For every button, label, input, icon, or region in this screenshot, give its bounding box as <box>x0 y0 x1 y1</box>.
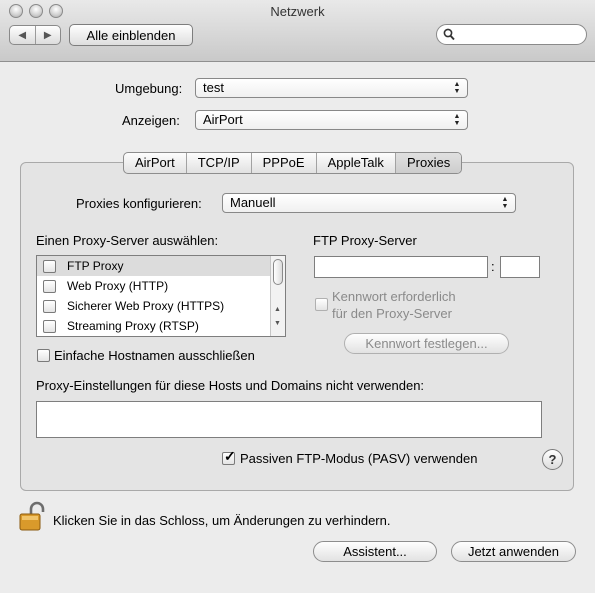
popup-arrows-icon: ▲ ▼ <box>453 81 461 95</box>
tab-proxies[interactable]: Proxies <box>395 153 462 173</box>
list-item-secure-web-proxy[interactable]: Sicherer Web Proxy (HTTPS) <box>37 296 285 316</box>
forward-button[interactable]: ▶ <box>36 26 61 44</box>
ftp-proxy-port-input[interactable] <box>500 256 540 278</box>
lock-message: Klicken Sie in das Schloss, um Änderunge… <box>53 513 391 528</box>
list-item-ftp-proxy[interactable]: FTP Proxy <box>37 256 285 276</box>
tab-appletalk[interactable]: AppleTalk <box>317 153 396 173</box>
back-arrow-icon: ◀ <box>18 29 27 41</box>
assistant-button[interactable]: Assistent... <box>313 541 437 562</box>
location-value: test <box>203 80 224 95</box>
bypass-hosts-textarea[interactable] <box>36 401 542 438</box>
ftp-proxy-server-title: FTP Proxy-Server <box>313 233 417 248</box>
configure-proxies-popup[interactable]: Manuell ▲ ▼ <box>222 193 516 213</box>
configure-proxies-label: Proxies konfigurieren: <box>76 196 202 211</box>
ftp-proxy-server-input[interactable] <box>314 256 488 278</box>
show-value: AirPort <box>203 112 243 127</box>
scroll-up-arrow-icon[interactable]: ▲ <box>274 306 281 313</box>
bypass-hosts-label: Proxy-Einstellungen für diese Hosts und … <box>36 378 425 393</box>
list-item-label: Streaming Proxy (RTSP) <box>67 319 199 333</box>
password-required-line-1: Kennwort erforderlich <box>332 289 456 304</box>
apply-now-button[interactable]: Jetzt anwenden <box>451 541 576 562</box>
show-all-button[interactable]: Alle einblenden <box>69 24 193 46</box>
web-proxy-checkbox[interactable] <box>43 280 56 293</box>
ftp-proxy-checkbox[interactable] <box>43 260 56 273</box>
show-label: Anzeigen: <box>122 113 180 128</box>
set-password-button[interactable]: Kennwort festlegen... <box>344 333 509 354</box>
checkmark-icon: ✓ <box>224 448 236 464</box>
streaming-proxy-checkbox[interactable] <box>43 320 56 333</box>
back-forward-control: ◀ ▶ <box>9 25 61 45</box>
exclude-simple-hostnames-checkbox[interactable] <box>37 349 50 362</box>
popup-arrows-icon: ▲ ▼ <box>501 196 509 210</box>
title-bar: Netzwerk ◀ ▶ Alle einblenden <box>0 0 595 62</box>
scroll-down-arrow-icon[interactable]: ▼ <box>274 320 281 327</box>
tab-tcpip[interactable]: TCP/IP <box>187 153 252 173</box>
configure-proxies-value: Manuell <box>230 195 276 210</box>
password-required-label: Kennwort erforderlich für den Proxy-Serv… <box>332 288 456 322</box>
back-button[interactable]: ◀ <box>10 26 36 44</box>
location-popup[interactable]: test ▲ ▼ <box>195 78 468 98</box>
passive-ftp-checkbox[interactable]: ✓ <box>222 448 236 465</box>
search-field[interactable] <box>436 24 587 45</box>
list-item-web-proxy[interactable]: Web Proxy (HTTP) <box>37 276 285 296</box>
password-required-checkbox[interactable] <box>315 298 328 311</box>
forward-arrow-icon: ▶ <box>43 29 52 41</box>
tab-airport[interactable]: AirPort <box>124 153 187 173</box>
help-button[interactable]: ? <box>542 449 563 470</box>
proxy-server-list[interactable]: FTP Proxy Web Proxy (HTTP) Sicherer Web … <box>36 255 286 337</box>
secure-web-proxy-checkbox[interactable] <box>43 300 56 313</box>
tab-bar: AirPort TCP/IP PPPoE AppleTalk Proxies <box>123 152 463 174</box>
list-item-streaming-proxy[interactable]: Streaming Proxy (RTSP) <box>37 316 285 336</box>
list-item-label: FTP Proxy <box>67 259 124 273</box>
password-required-line-2: für den Proxy-Server <box>332 306 452 321</box>
window-title: Netzwerk <box>270 4 325 19</box>
list-item-label: Sicherer Web Proxy (HTTPS) <box>67 299 225 313</box>
scrollbar-thumb[interactable] <box>273 259 283 285</box>
location-label: Umgebung: <box>115 81 183 96</box>
search-icon <box>443 28 455 41</box>
passive-ftp-label: Passiven FTP-Modus (PASV) verwenden <box>240 451 478 466</box>
exclude-simple-hostnames-label: Einfache Hostnamen ausschließen <box>54 348 255 363</box>
network-preferences-window: Netzwerk ◀ ▶ Alle einblenden Umgebung: t… <box>0 0 595 593</box>
select-proxy-server-label: Einen Proxy-Server auswählen: <box>36 233 219 248</box>
list-item-label: Web Proxy (HTTP) <box>67 279 169 293</box>
port-separator: : <box>491 259 495 274</box>
tab-pppoe[interactable]: PPPoE <box>252 153 317 173</box>
show-popup[interactable]: AirPort ▲ ▼ <box>195 110 468 130</box>
popup-arrows-icon: ▲ ▼ <box>453 113 461 127</box>
list-scrollbar[interactable]: ▲ ▼ <box>270 256 285 336</box>
lock-icon[interactable] <box>19 501 45 531</box>
